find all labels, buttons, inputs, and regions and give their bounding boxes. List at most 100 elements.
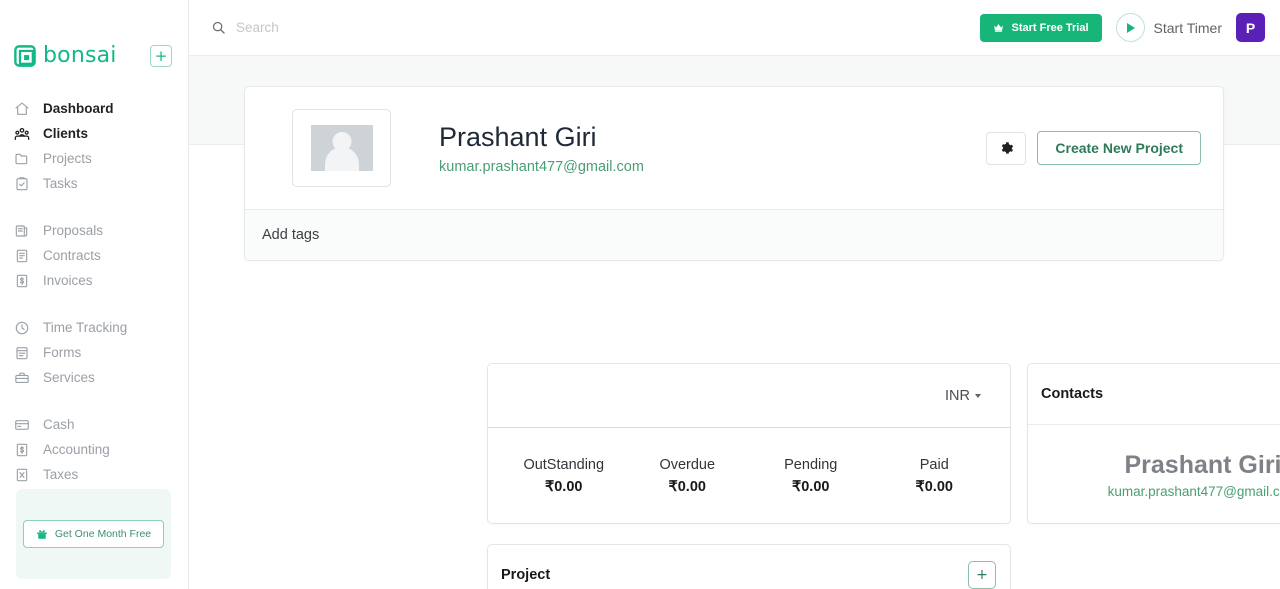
- sidebar-item-time-tracking[interactable]: Time Tracking: [0, 315, 188, 340]
- user-avatar[interactable]: P: [1236, 13, 1265, 42]
- stat-value: ₹0.00: [545, 478, 583, 495]
- sidebar-item-label: Forms: [43, 344, 82, 360]
- start-timer-label: Start Timer: [1153, 19, 1222, 36]
- sidebar-item-projects[interactable]: Projects: [0, 146, 188, 171]
- sidebar-item-label: Tasks: [43, 175, 78, 191]
- add-project-button[interactable]: +: [968, 561, 996, 589]
- contracts-icon: [14, 248, 30, 264]
- sidebar-item-taxes[interactable]: Taxes: [0, 462, 188, 487]
- nav-divider-gap: [0, 390, 188, 412]
- invoice-summary-header: INR: [488, 364, 1010, 428]
- contacts-title: Contacts: [1041, 386, 1104, 402]
- contacts-header: Contacts +: [1028, 364, 1280, 425]
- stat-value: ₹0.00: [668, 478, 706, 495]
- nav-divider-gap: [0, 196, 188, 218]
- sidebar-group-1: Dashboard Clients Projects Tasks: [0, 96, 188, 196]
- contacts-card: Contacts + Prashant Giri kumar.prashant4…: [1027, 363, 1280, 524]
- sidebar-item-services[interactable]: Services: [0, 365, 188, 390]
- sidebar-item-forms[interactable]: Forms: [0, 340, 188, 365]
- get-one-month-free-button[interactable]: Get One Month Free: [22, 520, 165, 548]
- stat-paid: Paid ₹0.00: [873, 456, 997, 495]
- brand[interactable]: bonsai: [14, 45, 117, 67]
- stat-label: Pending: [784, 457, 838, 474]
- sidebar-item-label: Taxes: [43, 466, 79, 482]
- sidebar-item-contracts[interactable]: Contracts: [0, 243, 188, 268]
- settings-button[interactable]: [986, 131, 1027, 165]
- client-profile-card: Prashant Giri kumar.prashant477@gmail.co…: [244, 86, 1224, 261]
- add-tags-input[interactable]: Add tags: [245, 209, 1223, 260]
- sidebar-item-label: Proposals: [43, 222, 104, 238]
- sidebar-group-4: Cash Accounting Taxes: [0, 412, 188, 487]
- avatar-placeholder-icon: [310, 125, 373, 171]
- sidebar-item-clients-group-dashboard[interactable]: Dashboard: [0, 96, 188, 121]
- stat-pending: Pending ₹0.00: [749, 456, 873, 495]
- project-card: Project +: [487, 544, 1011, 589]
- start-timer-button[interactable]: Start Timer: [1115, 13, 1222, 42]
- create-new-project-button[interactable]: Create New Project: [1037, 131, 1201, 165]
- sidebar-group-2: Proposals Contracts Invoices: [0, 218, 188, 293]
- home-icon: [14, 101, 30, 117]
- client-name: Prashant Giri: [439, 121, 597, 152]
- invoice-summary-card: INR OutStanding ₹0.00 Overdue ₹0.00 Pend…: [487, 363, 1011, 524]
- card-icon: [14, 417, 30, 433]
- stat-outstanding: OutStanding ₹0.00: [502, 456, 626, 495]
- forms-icon: [14, 345, 30, 361]
- invoice-summary-stats: OutStanding ₹0.00 Overdue ₹0.00 Pending …: [488, 428, 1010, 523]
- sidebar-item-clients[interactable]: Clients: [0, 121, 188, 146]
- client-profile-header: Prashant Giri kumar.prashant477@gmail.co…: [245, 87, 1223, 209]
- project-title: Project: [501, 567, 551, 583]
- invoices-icon: [14, 273, 30, 289]
- sidebar-item-label: Dashboard: [43, 100, 114, 116]
- chevron-down-icon: [975, 393, 981, 398]
- contact-email: kumar.prashant477@gmail.com: [1107, 483, 1280, 499]
- promo-label: Get One Month Free: [54, 528, 152, 540]
- sidebar-item-label: Projects: [43, 150, 92, 166]
- stat-overdue: Overdue ₹0.00: [626, 456, 750, 495]
- gift-icon: [36, 528, 48, 540]
- search-input[interactable]: [236, 20, 556, 35]
- project-header: Project +: [488, 545, 1010, 589]
- client-profile-actions: Create New Project: [986, 131, 1201, 165]
- accounting-icon: [14, 442, 30, 458]
- play-icon: [1115, 13, 1145, 42]
- folder-icon: [14, 151, 30, 167]
- sidebar-item-cash[interactable]: Cash: [0, 412, 188, 437]
- contact-list-item[interactable]: Prashant Giri kumar.prashant477@gmail.co…: [1028, 425, 1280, 523]
- sidebar-item-label: Clients: [43, 125, 89, 141]
- top-bar: Start Free Trial Start Timer P: [189, 0, 1280, 56]
- tasks-icon: [14, 176, 30, 192]
- stat-label: Paid: [919, 457, 949, 474]
- client-avatar[interactable]: [292, 109, 391, 187]
- sidebar-add-button[interactable]: +: [150, 45, 172, 67]
- client-email[interactable]: kumar.prashant477@gmail.com: [439, 159, 986, 175]
- gear-icon: [999, 141, 1014, 156]
- stat-value: ₹0.00: [792, 478, 830, 495]
- sidebar-item-label: Services: [43, 369, 95, 385]
- sidebar-item-label: Cash: [43, 416, 75, 432]
- proposals-icon: [14, 223, 30, 239]
- sidebar-item-accounting[interactable]: Accounting: [0, 437, 188, 462]
- stat-label: Overdue: [659, 457, 716, 474]
- contact-name: Prashant Giri: [1124, 450, 1280, 479]
- sidebar-group-3: Time Tracking Forms Services: [0, 315, 188, 390]
- search-area[interactable]: [211, 20, 980, 35]
- sidebar-item-invoices[interactable]: Invoices: [0, 268, 188, 293]
- promo-panel: Get One Month Free: [16, 489, 171, 579]
- currency-label: INR: [945, 387, 970, 404]
- main-area: Start Free Trial Start Timer P: [189, 0, 1280, 589]
- sidebar-item-label: Contracts: [43, 247, 101, 263]
- nav-divider-gap: [0, 293, 188, 315]
- search-icon: [211, 20, 226, 35]
- sidebar-item-proposals[interactable]: Proposals: [0, 218, 188, 243]
- start-free-trial-label: Start Free Trial: [1011, 21, 1089, 34]
- bonsai-logo-icon: [14, 45, 36, 67]
- start-free-trial-button[interactable]: Start Free Trial: [980, 13, 1102, 42]
- brand-name: bonsai: [43, 43, 117, 68]
- sidebar-item-tasks[interactable]: Tasks: [0, 171, 188, 196]
- sidebar: bonsai + Dashboard Clients Projects Task…: [0, 0, 189, 589]
- sidebar-item-label: Time Tracking: [43, 319, 128, 335]
- currency-selector[interactable]: INR: [945, 388, 981, 404]
- clock-icon: [14, 320, 30, 336]
- briefcase-icon: [14, 370, 30, 386]
- crown-icon: [993, 22, 1004, 33]
